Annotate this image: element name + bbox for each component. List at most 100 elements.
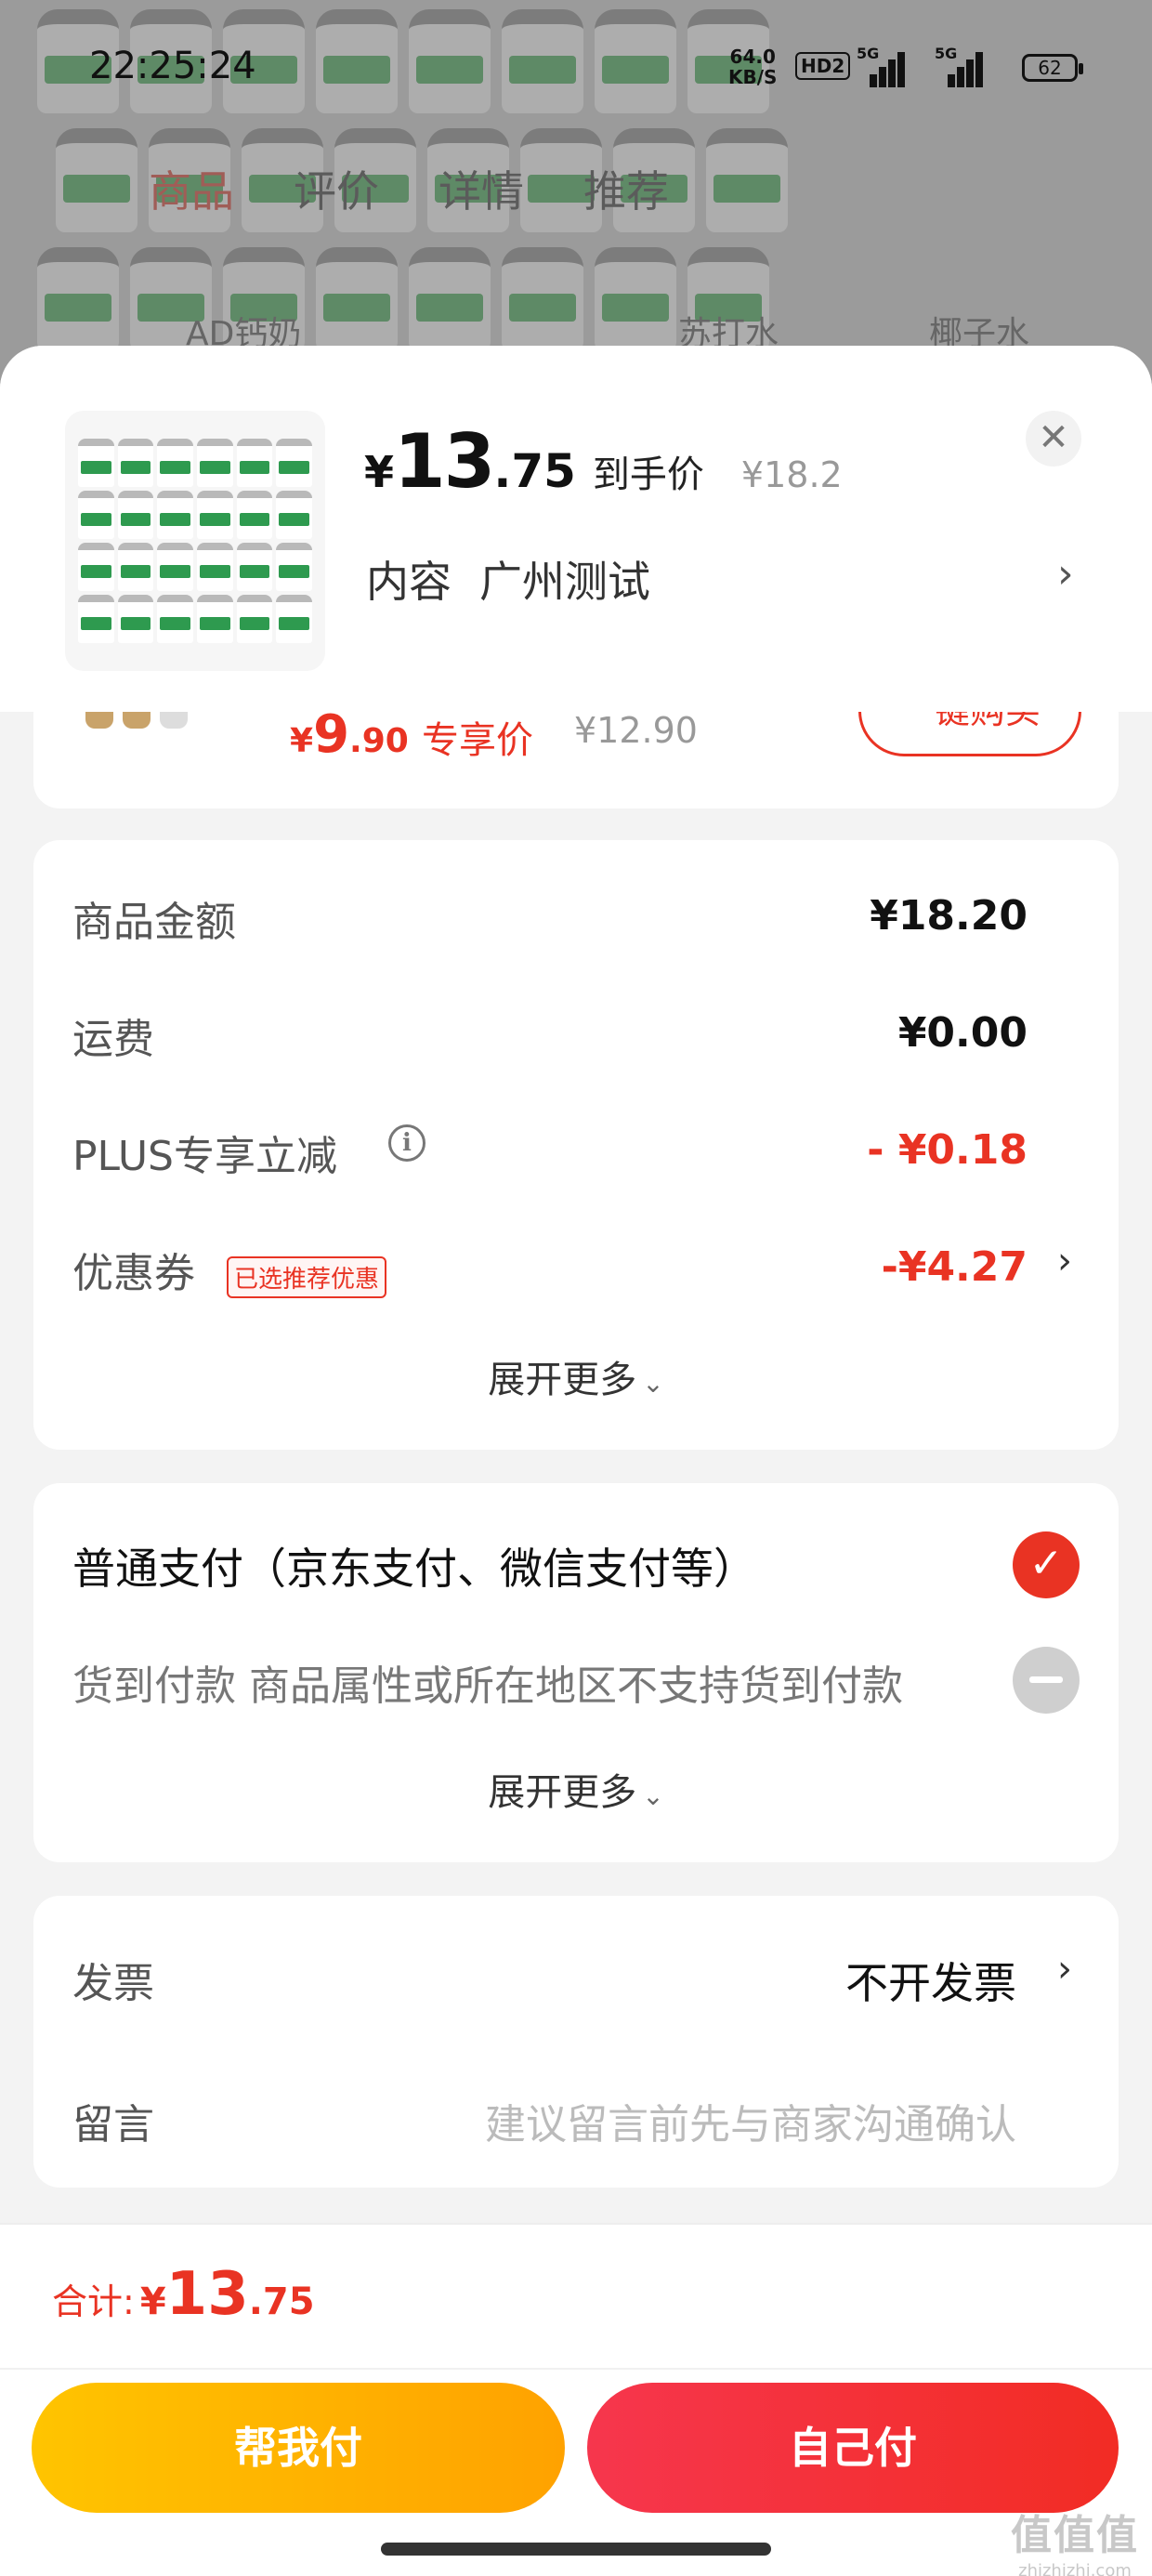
expand-label: 展开更多 (488, 1771, 637, 1814)
bottle-shape (117, 439, 154, 487)
bottle-shape (197, 543, 233, 591)
recommend-price-decimal: .90 (349, 722, 409, 760)
network-speed-unit: KB/S (728, 66, 778, 88)
info-icon[interactable]: i (388, 1124, 425, 1162)
status-time: 22:25:24 (89, 45, 256, 87)
goods-amount-label: 商品金额 (72, 899, 236, 946)
spec-value[interactable]: 广州测试 (479, 548, 650, 610)
signal-icon: 5G (935, 45, 985, 87)
watermark: 值值值 zhizhizhi.com (1011, 2502, 1139, 2576)
recommend-card: ¥9.90 专享价 ¥12.90 一键购买 (33, 712, 1119, 808)
message-label: 留言 (72, 2101, 154, 2149)
final-price: ¥ 13 .75 到手价 ¥18.2 (364, 418, 843, 505)
chevron-right-icon[interactable]: › (1057, 550, 1074, 598)
total-label: 合计: (52, 2281, 135, 2322)
product-thumbnail[interactable] (65, 411, 325, 671)
watermark-text: 值值值 (1011, 2512, 1139, 2559)
bottle-shape (276, 439, 312, 487)
total-price: 合计: ¥ 13 .75 (52, 2260, 315, 2329)
pay-myself-button[interactable]: 自己付 (587, 2383, 1119, 2513)
bottle-shape (157, 595, 193, 643)
check-icon[interactable]: ✓ (1013, 1531, 1080, 1598)
expand-label: 展开更多 (488, 1359, 637, 1401)
bottle-shape (236, 543, 273, 591)
coupon-badge: 已选推荐优惠 (227, 1256, 387, 1298)
bottle-shape (197, 595, 233, 643)
spec-label[interactable]: 内容 (366, 548, 452, 610)
network-speed: 64.0 KB/S (728, 46, 777, 87)
normal-payment-option[interactable]: 普通支付（京东支付、微信支付等） (72, 1535, 756, 1597)
bottle-shape (236, 491, 273, 539)
price-currency: ¥ (364, 447, 395, 497)
status-bar: 22:25:24 64.0 KB/S HD2 5G 5G 62 (0, 37, 1152, 102)
bottle-shape (157, 543, 193, 591)
recommend-price: ¥9.90 (290, 712, 409, 765)
network-speed-value: 64.0 (729, 46, 776, 68)
disabled-icon (1013, 1647, 1080, 1714)
invoice-value[interactable]: 不开发票 (845, 1950, 1016, 2011)
total-integer: 13 (165, 2260, 249, 2329)
goods-amount-value: ¥18.20 (870, 892, 1028, 940)
bottle-shape (276, 595, 312, 643)
cod-payment-option: 货到付款 商品属性或所在地区不支持货到付款 (72, 1663, 903, 1710)
bottle-shape (78, 595, 114, 643)
recommend-thumbnails (85, 712, 197, 730)
watermark-url: zhizhizhi.com (1018, 2561, 1132, 2576)
bottle-shape (236, 439, 273, 487)
bottle-shape (276, 491, 312, 539)
bottle-shape (236, 595, 273, 643)
coupon-value[interactable]: -¥4.27 (882, 1243, 1028, 1291)
chevron-down-icon: ⌄ (642, 1368, 664, 1399)
price-tag: 到手价 (592, 453, 704, 496)
divider (0, 2368, 1152, 2370)
bottle-shape (197, 439, 233, 487)
checkout-bottom-bar: 合计: ¥ 13 .75 帮我付 自己付 值值值 zhizhizhi.com (0, 2223, 1152, 2576)
invoice-card: 发票 不开发票 › 留言 建议留言前先与商家沟通确认 (33, 1896, 1119, 2188)
signal-icon: 5G (857, 45, 907, 87)
plus-discount-label: PLUS专享立减 (72, 1133, 337, 1180)
total-decimal: .75 (248, 2280, 315, 2323)
chevron-right-icon[interactable]: › (1057, 1240, 1072, 1282)
home-indicator[interactable] (381, 2543, 771, 2556)
bottle-shape (197, 491, 233, 539)
product-image-bottles (78, 439, 312, 643)
close-icon: ✕ (1038, 416, 1069, 459)
price-decimal: .75 (493, 444, 576, 498)
message-input[interactable]: 建议留言前先与商家沟通确认 (485, 2091, 1016, 2150)
payment-card: 普通支付（京东支付、微信支付等） ✓ 货到付款 商品属性或所在地区不支持货到付款… (33, 1483, 1119, 1862)
coupon-label[interactable]: 优惠券 (72, 1240, 195, 1299)
close-button[interactable]: ✕ (1026, 411, 1081, 467)
bottle-shape (157, 491, 193, 539)
bottle-shape (78, 543, 114, 591)
quick-buy-button[interactable]: 一键购买 (858, 712, 1081, 756)
bottle-shape (117, 595, 154, 643)
fee-expand-more[interactable]: 展开更多 ⌄ (33, 1349, 1119, 1403)
recommend-price-integer: 9 (313, 712, 350, 765)
signal-type: 5G (857, 45, 880, 62)
signal-type: 5G (935, 45, 958, 62)
shipping-label: 运费 (72, 1016, 154, 1063)
recommend-price-currency: ¥ (290, 722, 314, 760)
bottle-shape (117, 491, 154, 539)
bottle-shape (157, 439, 193, 487)
product-header: ¥ 13 .75 到手价 ¥18.2 内容 广州测试 › ✕ (0, 346, 1152, 712)
chevron-right-icon[interactable]: › (1057, 1948, 1072, 1991)
battery-icon: 62 (1022, 54, 1083, 82)
original-price: ¥18.2 (740, 454, 843, 495)
chevron-down-icon: ⌄ (642, 1781, 664, 1811)
recommend-original-price: ¥12.90 (574, 712, 698, 751)
bottle-shape (78, 439, 114, 487)
price-integer: 13 (394, 418, 495, 505)
hd-voice-icon: HD2 (795, 52, 851, 80)
help-me-pay-button[interactable]: 帮我付 (32, 2383, 565, 2513)
invoice-label[interactable]: 发票 (72, 1950, 154, 2009)
bottle-shape (117, 543, 154, 591)
plus-discount-value: - ¥0.18 (867, 1126, 1028, 1174)
fee-card: 商品金额 ¥18.20 运费 ¥0.00 PLUS专享立减 i - ¥0.18 … (33, 840, 1119, 1450)
total-currency: ¥ (139, 2280, 166, 2323)
shipping-value: ¥0.00 (897, 1009, 1028, 1057)
bottle-shape (276, 543, 312, 591)
recommend-price-tag: 专享价 (422, 719, 533, 762)
payment-expand-more[interactable]: 展开更多 ⌄ (33, 1762, 1119, 1816)
bottle-shape (78, 491, 114, 539)
